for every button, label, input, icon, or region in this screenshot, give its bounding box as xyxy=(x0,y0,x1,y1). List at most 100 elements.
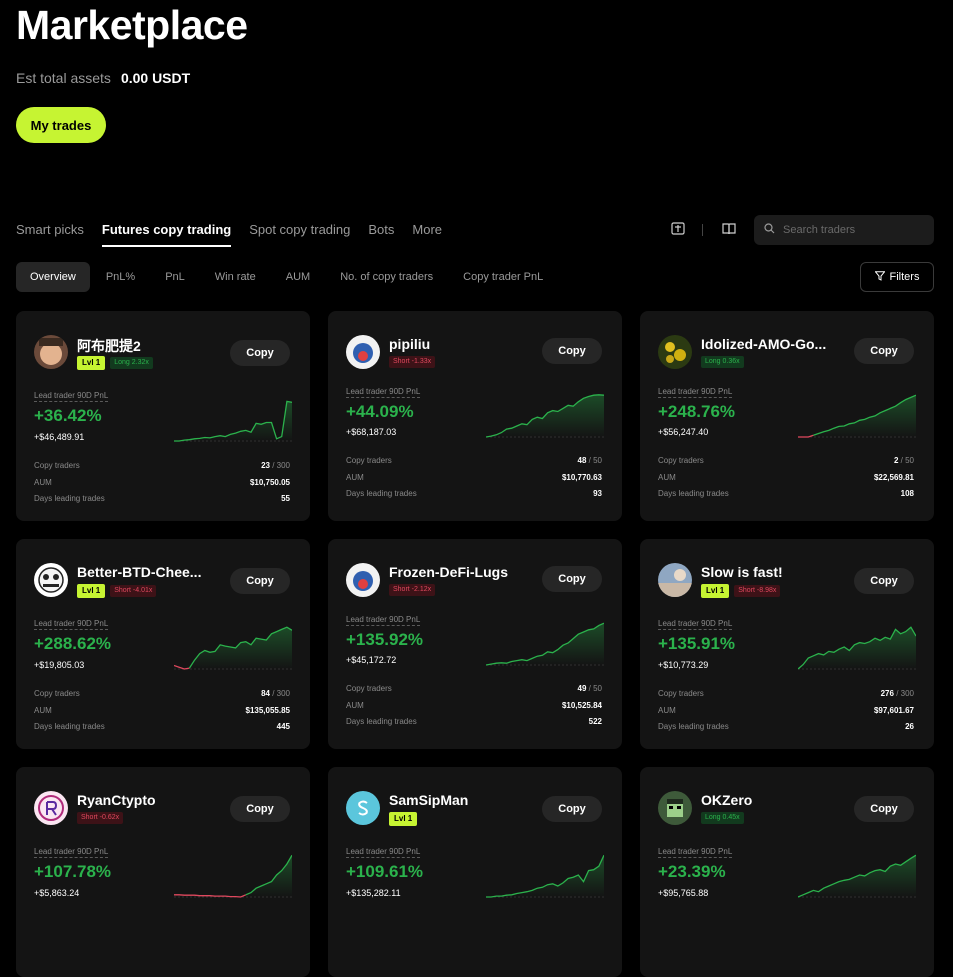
sub-tab-overview[interactable]: Overview xyxy=(16,262,90,292)
trader-card[interactable]: pipiliu Short -1.33x Copy Lead trader 90… xyxy=(328,311,622,521)
sub-tab-copy-trader-pnl[interactable]: Copy trader PnL xyxy=(449,262,557,292)
pnl-label: Lead trader 90D PnL xyxy=(34,391,109,402)
trader-card[interactable]: Idolized-AMO-Go... Long 0.36x Copy Lead … xyxy=(640,311,934,521)
copy-traders-value: 23 / 300 xyxy=(261,458,290,475)
sub-tab-aum[interactable]: AUM xyxy=(272,262,324,292)
level-badge: Lvl 1 xyxy=(701,584,730,598)
level-badge: Lvl 1 xyxy=(77,584,106,598)
trader-card[interactable]: Slow is fast! Lvl 1 Short -8.98x Copy Lea… xyxy=(640,539,934,749)
aum-value: $10,770.63 xyxy=(561,472,602,482)
tab-bots[interactable]: Bots xyxy=(368,222,394,247)
stat-aum: AUM $10,770.63 xyxy=(346,470,602,487)
pnl-amount: +$45,172.72 xyxy=(346,655,397,665)
tab-spot-copy-trading[interactable]: Spot copy trading xyxy=(249,222,350,247)
trader-name[interactable]: 阿布肥提2 xyxy=(77,336,207,356)
tab-smart-picks[interactable]: Smart picks xyxy=(16,222,84,247)
days-leading-value: 108 xyxy=(900,489,914,498)
trader-badges: Short -1.33x xyxy=(389,356,436,368)
trader-name[interactable]: Slow is fast! xyxy=(701,564,831,580)
position-badge: Long 0.45x xyxy=(701,812,744,824)
aum-value: $135,055.85 xyxy=(245,705,291,715)
trader-badges: Lvl 1 Short -8.98x xyxy=(701,584,781,598)
sub-tab-pnl[interactable]: PnL% xyxy=(92,262,149,292)
filters-button[interactable]: Filters xyxy=(860,262,934,292)
pnl-amount: +$95,765.88 xyxy=(658,888,709,898)
calculator-icon[interactable] xyxy=(670,222,686,236)
stat-days-leading: Days leading trades 26 xyxy=(658,719,914,736)
pnl-percent: +135.91% xyxy=(658,634,736,653)
pnl-percent: +288.62% xyxy=(34,634,112,653)
trader-name[interactable]: pipiliu xyxy=(389,336,519,352)
copy-button[interactable]: Copy xyxy=(542,338,602,364)
copy-button[interactable]: Copy xyxy=(542,796,602,822)
trader-card[interactable]: Better-BTD-Chee... Lvl 1 Short -4.01x Cop… xyxy=(16,539,310,749)
pixel-avatar-icon xyxy=(658,791,692,825)
copy-button[interactable]: Copy xyxy=(542,566,602,592)
trader-name[interactable]: SamSipMan xyxy=(389,792,519,808)
copy-button[interactable]: Copy xyxy=(230,568,290,594)
trader-name[interactable]: RyanCtypto xyxy=(77,792,207,808)
trader-name[interactable]: Idolized-AMO-Go... xyxy=(701,336,831,352)
pnl-percent: +36.42% xyxy=(34,406,102,425)
stat-label: AUM xyxy=(346,472,364,482)
tab-futures-copy-trading[interactable]: Futures copy trading xyxy=(101,222,232,247)
toolbar-divider xyxy=(702,224,703,236)
trader-name[interactable]: OKZero xyxy=(701,792,831,808)
level-badge: Lvl 1 xyxy=(77,356,106,370)
letter-r-avatar-icon xyxy=(34,791,68,825)
trader-stats: Copy traders 84 / 300 AUM $135,055.85 Days l… xyxy=(34,686,290,736)
trader-card[interactable]: OKZero Long 0.45x Copy Lead trader 90D P… xyxy=(640,767,934,977)
assets-value: 0.00 USDT xyxy=(120,70,191,86)
trader-name[interactable]: Frozen-DeFi-Lugs xyxy=(389,564,519,580)
trader-card[interactable]: Frozen-DeFi-Lugs Short -2.12x Copy Lead … xyxy=(328,539,622,749)
stat-label: AUM xyxy=(658,472,676,482)
sub-tab-no-of-copy-traders[interactable]: No. of copy traders xyxy=(326,262,447,292)
pnl-sparkline xyxy=(798,626,916,670)
search-box[interactable] xyxy=(754,215,934,245)
position-badge: Short -1.33x xyxy=(389,356,436,368)
pnl-percent: +23.39% xyxy=(658,862,726,881)
copy-traders-capacity: 50 xyxy=(905,456,914,465)
copy-button[interactable]: Copy xyxy=(230,340,290,366)
copy-button[interactable]: Copy xyxy=(854,338,914,364)
copy-traders-capacity: 300 xyxy=(276,689,290,698)
pnl-label: Lead trader 90D PnL xyxy=(658,387,733,398)
stat-days-leading: Days leading trades 55 xyxy=(34,491,290,508)
trader-card[interactable]: RyanCtypto Short -0.62x Copy Lead trader… xyxy=(16,767,310,977)
copy-button[interactable]: Copy xyxy=(230,796,290,822)
pnl-sparkline xyxy=(486,622,604,666)
est-total-assets: Est total assets 0.00 USDT xyxy=(16,70,190,86)
sub-tab-pnl[interactable]: PnL xyxy=(151,262,199,292)
book-icon[interactable] xyxy=(721,222,737,236)
copy-button[interactable]: Copy xyxy=(854,568,914,594)
search-input[interactable] xyxy=(781,223,925,237)
stat-label: Copy traders xyxy=(346,456,392,465)
position-badge: Short -8.98x xyxy=(734,585,781,597)
trader-badges: Lvl 1 Short -4.01x xyxy=(77,584,157,598)
flower-avatar-icon xyxy=(658,335,692,369)
stat-label: Days leading trades xyxy=(34,722,105,731)
my-trades-button[interactable]: My trades xyxy=(16,107,106,143)
stat-aum: AUM $97,601.67 xyxy=(658,703,914,720)
copy-traders-count: 84 xyxy=(261,689,270,698)
sub-tab-win-rate[interactable]: Win rate xyxy=(201,262,270,292)
copy-traders-count: 276 xyxy=(880,689,894,698)
pnl-amount: +$135,282.11 xyxy=(346,888,401,898)
stat-label: Days leading trades xyxy=(658,489,729,498)
trader-card[interactable]: SamSipMan Lvl 1 Copy Lead trader 90D PnL… xyxy=(328,767,622,977)
sparkline-area xyxy=(798,627,916,669)
pnl-sparkline xyxy=(174,400,292,442)
pnl-label: Lead trader 90D PnL xyxy=(34,619,109,630)
stat-copy-traders: Copy traders 48 / 50 xyxy=(346,453,602,470)
trader-name[interactable]: Better-BTD-Chee... xyxy=(77,564,207,580)
pnl-label: Lead trader 90D PnL xyxy=(34,847,109,858)
stat-copy-traders: Copy traders 276 / 300 xyxy=(658,686,914,703)
trader-stats: Copy traders 23 / 300 AUM $10,750.05 Days le… xyxy=(34,458,290,508)
stat-label: AUM xyxy=(346,700,364,710)
copy-button[interactable]: Copy xyxy=(854,796,914,822)
trader-card[interactable]: 阿布肥提2 Lvl 1 Long 2.32x Copy Lead trader 9… xyxy=(16,311,310,521)
tab-more[interactable]: More xyxy=(412,222,442,247)
page-title: Marketplace xyxy=(16,2,248,48)
stat-label: Days leading trades xyxy=(346,489,417,498)
trader-stats: Copy traders 49 / 50 AUM $10,525.84 Days lea… xyxy=(346,681,602,731)
